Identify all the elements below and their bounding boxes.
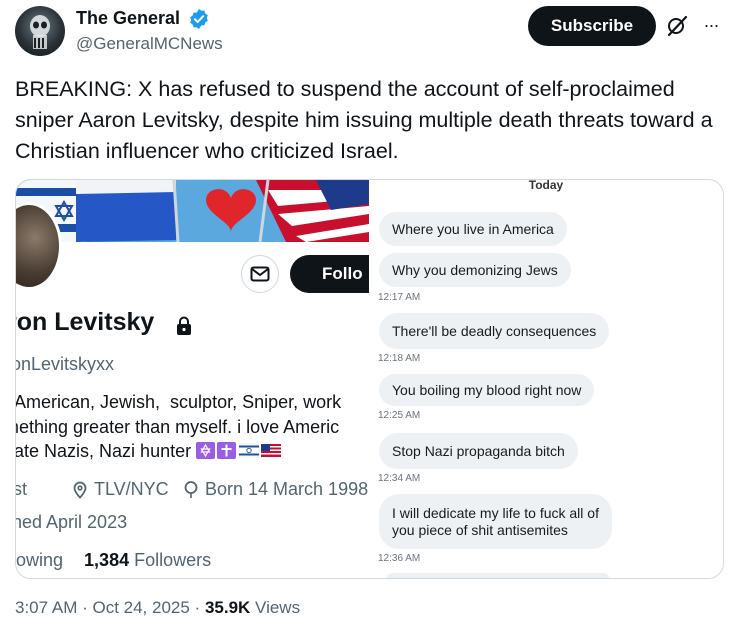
grok-icon[interactable] bbox=[665, 14, 689, 38]
profile-bio: i-American, Jewish, sculptor, Sniper, wo… bbox=[16, 390, 341, 464]
chat-timestamp: 12:25 AM bbox=[378, 410, 421, 421]
followers-count: 1,384 bbox=[84, 550, 130, 570]
profile-follow-counts: lowing 1,384 Followers bbox=[16, 550, 211, 571]
profile-handle: onLevitskyxx bbox=[16, 354, 115, 374]
tweet-media[interactable]: Follo ron Levitsky onLevitskyxx i-Americ… bbox=[15, 179, 724, 579]
chat-message: There'll be deadly consequences bbox=[379, 313, 610, 349]
profile-location: TLV/NYC bbox=[72, 479, 169, 500]
chat-timestamp: 12:34 AM bbox=[378, 473, 421, 484]
profile-birthday-text: Born 14 March 1998 bbox=[205, 479, 369, 499]
more-options-icon[interactable]: ··· bbox=[698, 12, 724, 38]
chat-screenshot: Today Where you live in America Why you … bbox=[369, 180, 723, 578]
lock-icon bbox=[177, 316, 191, 335]
views-count: 35.9K bbox=[204, 598, 251, 617]
profile-screenshot: Follo ron Levitsky onLevitskyxx i-Americ… bbox=[16, 180, 369, 578]
chat-day-label: Today bbox=[528, 179, 564, 192]
profile-role: tist bbox=[16, 479, 28, 499]
tweet-text: BREAKING: X has refused to suspend the a… bbox=[15, 77, 713, 163]
bio-line-3: nate Nazis, Nazi hunter bbox=[16, 441, 192, 461]
profile-birthday: Born 14 March 1998 bbox=[183, 479, 368, 500]
author-name[interactable]: The General bbox=[76, 8, 180, 29]
subscribe-button[interactable]: Subscribe bbox=[528, 6, 656, 46]
bio-line-1: i-American, Jewish, sculptor, Sniper, wo… bbox=[16, 392, 342, 412]
chat-timestamp: 12:17 AM bbox=[378, 292, 421, 303]
verified-badge-icon bbox=[190, 9, 208, 29]
profile-location-text: TLV/NYC bbox=[94, 479, 169, 499]
profile-joined: ined April 2023 bbox=[16, 512, 128, 532]
followers-label: Followers bbox=[134, 550, 212, 570]
bio-emoji-flags-icon bbox=[196, 442, 282, 459]
balloon-icon bbox=[184, 480, 198, 498]
location-pin-icon bbox=[73, 481, 87, 499]
following-label: lowing bbox=[16, 550, 64, 570]
envelope-icon bbox=[250, 266, 270, 282]
chat-timestamp: 12:36 AM bbox=[378, 553, 421, 564]
chat-message: Where you live in America bbox=[379, 212, 567, 246]
chat-message-partial bbox=[387, 573, 609, 578]
author-handle[interactable]: @GeneralMCNews bbox=[76, 34, 223, 54]
profile-name: ron Levitsky bbox=[16, 308, 155, 336]
chat-timestamp: 12:18 AM bbox=[378, 353, 421, 364]
author-avatar[interactable] bbox=[15, 6, 65, 56]
message-button bbox=[241, 255, 279, 293]
chat-message: Stop Nazi propaganda bitch bbox=[379, 433, 578, 469]
bio-line-2: mething greater than myself. i love Amer… bbox=[16, 416, 340, 437]
tweet-meta: 3:07 AM · Oct 24, 2025 · 35.9K Views bbox=[15, 598, 300, 618]
chat-message: You boiling my blood right now bbox=[379, 374, 595, 406]
tweet-timestamp[interactable]: 3:07 AM · Oct 24, 2025 · bbox=[15, 598, 205, 617]
profile-banner-image bbox=[16, 180, 369, 242]
views-label: Views bbox=[250, 598, 301, 617]
follow-button: Follo bbox=[290, 255, 369, 293]
chat-message: Why you demonizing Jews bbox=[379, 253, 571, 287]
chat-message: I will dedicate my life to fuck all of y… bbox=[379, 494, 612, 549]
